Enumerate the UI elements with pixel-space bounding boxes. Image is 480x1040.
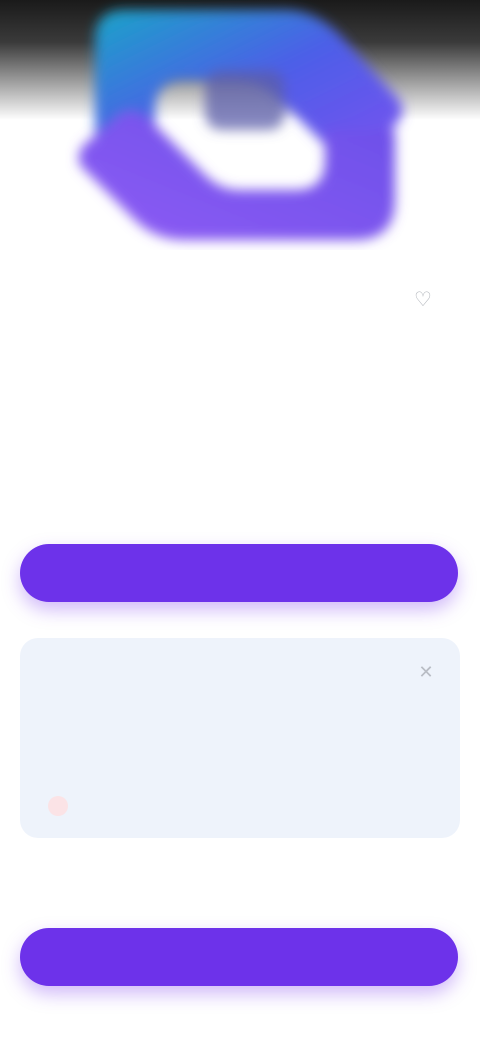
info-card: ✕ [20, 638, 460, 838]
primary-action-button[interactable] [20, 544, 458, 602]
favorite-button[interactable]: ♡ [410, 286, 436, 312]
close-icon[interactable]: ✕ [414, 660, 438, 684]
heart-icon: ♡ [414, 288, 432, 311]
app-screen: ♡ ✕ [0, 0, 480, 1040]
info-card-tag [48, 796, 68, 816]
app-logo-icon [78, 10, 403, 241]
bottom-action-button[interactable] [20, 928, 458, 986]
